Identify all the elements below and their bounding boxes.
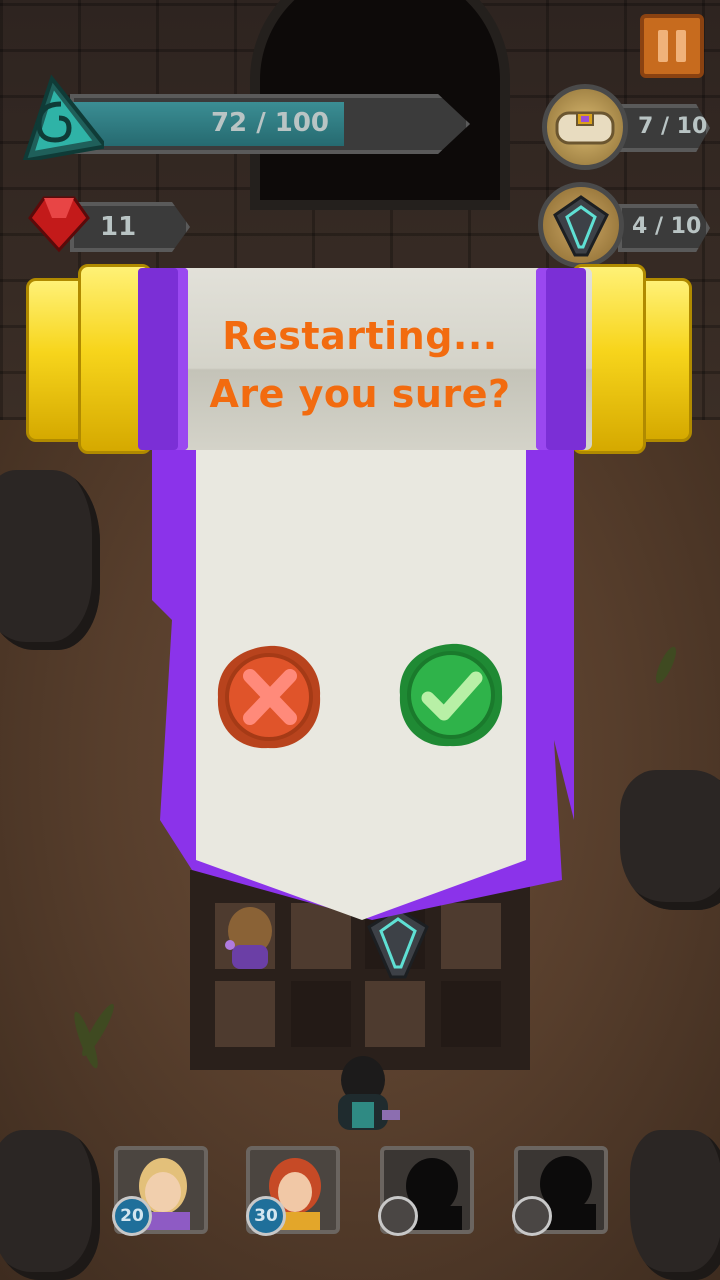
health-bar: 72 / 100 (70, 94, 470, 154)
dialog-title-line1: Restarting... (222, 314, 498, 358)
rock (0, 1130, 100, 1280)
crystal-icon (538, 182, 624, 268)
scroll-counter: 7 / 10 (618, 104, 710, 152)
dialog-title-line2: Are you sure? (209, 372, 511, 416)
grid-tile[interactable] (362, 978, 428, 1050)
grid-tile[interactable] (288, 978, 354, 1050)
red-ruby-icon (26, 190, 92, 256)
crystal-count: 4 / 10 (632, 214, 702, 239)
check-icon (399, 643, 503, 747)
crystal-counter: 4 / 10 (618, 204, 710, 252)
rock (630, 1130, 720, 1280)
hero-level-badge-empty (378, 1196, 418, 1236)
scroll-count: 7 / 10 (638, 114, 708, 139)
pause-icon (658, 30, 668, 62)
teal-spiral-gem-icon (14, 74, 110, 164)
rock (620, 770, 720, 910)
pause-button[interactable] (640, 14, 704, 78)
pause-icon (676, 30, 686, 62)
scroll-icon (542, 84, 628, 170)
grid-tile[interactable] (212, 978, 278, 1050)
hero-level-badge: 20 (112, 1196, 152, 1236)
confirm-button[interactable] (396, 640, 506, 750)
scroll-band-right (536, 268, 586, 450)
rock (0, 470, 100, 650)
hero-level-badge-empty (512, 1196, 552, 1236)
scroll-roll (140, 268, 592, 450)
health-value: 72 / 100 (210, 108, 330, 138)
scroll-band-left (138, 268, 188, 450)
cancel-button[interactable] (214, 642, 324, 752)
x-icon (217, 645, 321, 749)
player-character (322, 1050, 404, 1136)
grid-tile[interactable] (438, 978, 504, 1050)
hero-level-badge: 30 (246, 1196, 286, 1236)
gem-count: 11 (100, 212, 137, 242)
